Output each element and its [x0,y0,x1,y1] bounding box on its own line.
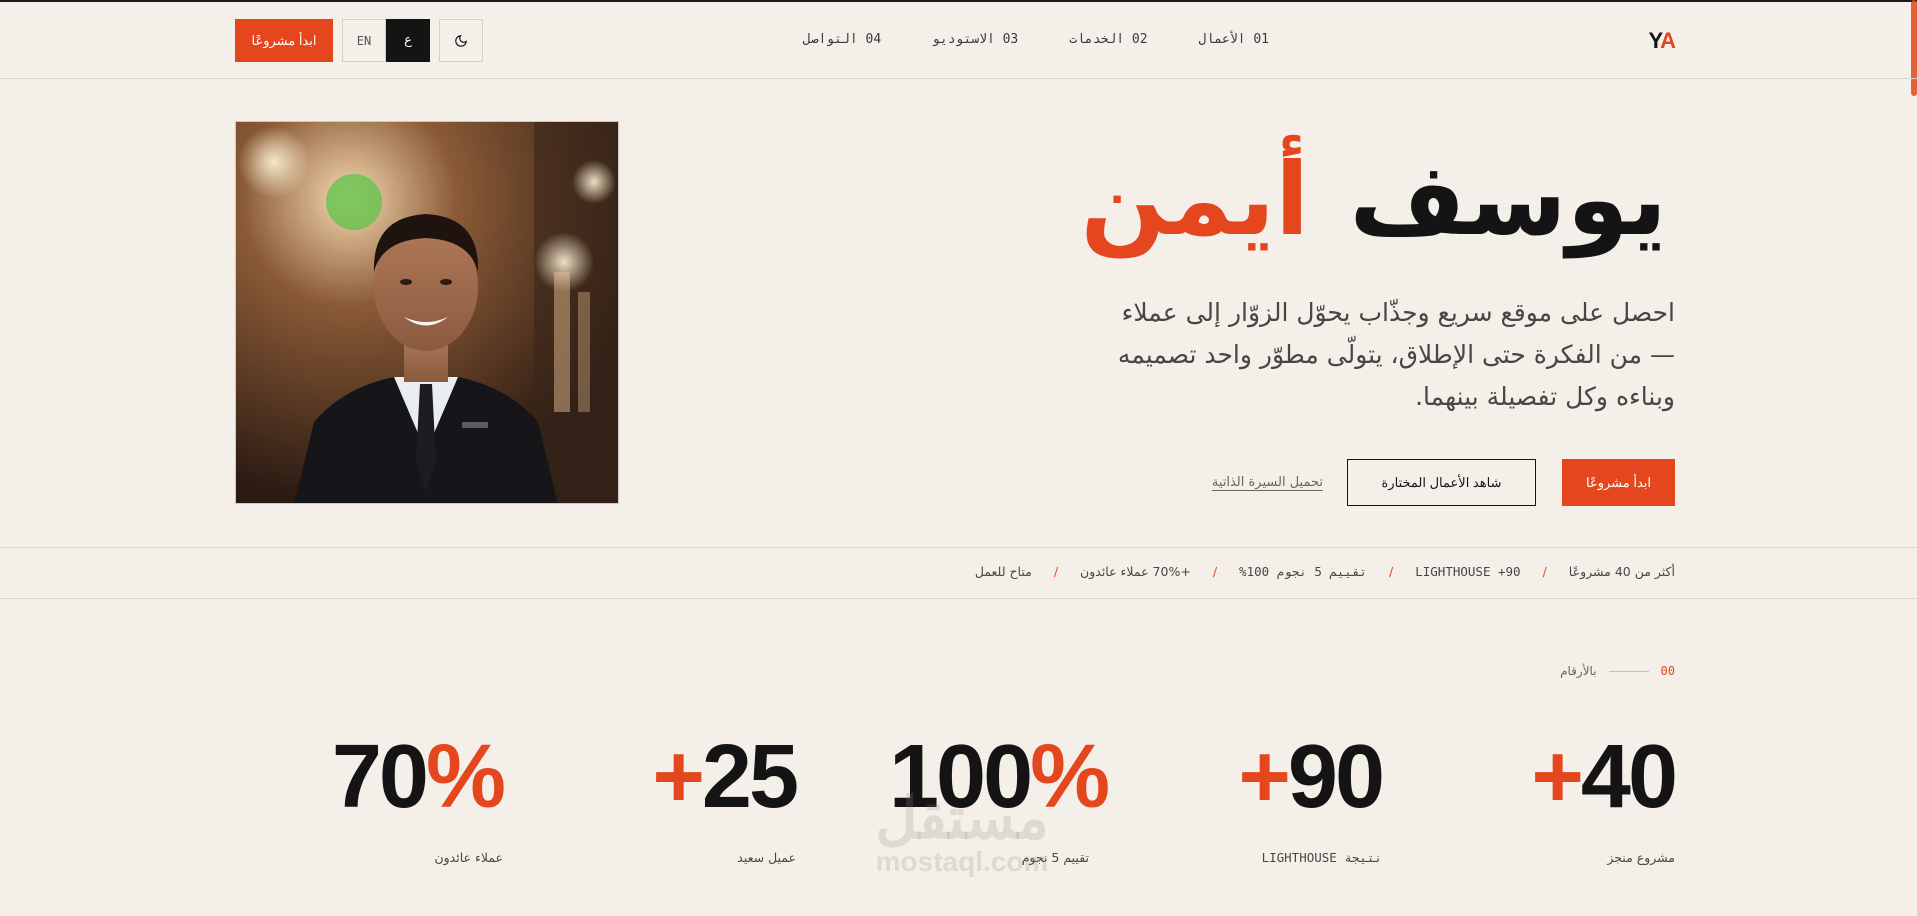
header-controls: EN ع ابدأ مشروعًا [235,19,492,62]
stat-suffix: % [425,727,506,827]
watermark: مستقل mostaql.com [842,790,1082,876]
language-switcher: EN ع [342,19,430,62]
nav-item-contact[interactable]: 04 التواصل [803,32,881,47]
start-project-button[interactable]: ابدأ مشروعًا [1562,459,1675,506]
watermark-arabic: مستقل [875,786,1049,851]
ticker-item-rating: تقييم 5 نجوم 100% [1239,564,1367,579]
section-title: بالأرقام [1560,664,1597,678]
view-work-button[interactable]: شاهد الأعمال المختارة [1347,459,1536,506]
hero-first-name: يوسف [1349,141,1669,258]
portrait-image [236,122,618,503]
stat-suffix: + [1531,727,1584,827]
lang-ar-button[interactable]: ع [386,19,430,62]
logo[interactable]: YA [1648,28,1676,54]
nav-item-work[interactable]: 01 الأعمال [1199,32,1269,47]
ticker-item-returning: +70% عملاء عائدون [1080,564,1191,579]
nav-item-services[interactable]: 02 الخدمات [1069,32,1147,47]
main-nav: 01 الأعمال 02 الخدمات 03 الاستوديو 04 ال… [803,32,1269,47]
logo-letter-y: Y [1648,28,1661,53]
stat-value: 25 [701,727,799,827]
stat-label: مشروع منجز [1607,850,1675,865]
nav-item-studio[interactable]: 03 الاستوديو [932,32,1018,47]
lang-en-button[interactable]: EN [342,19,386,62]
stat-label: عملاء عائدون [434,850,503,865]
stat-returning: 70% عملاء عائدون [303,732,506,865]
stat-suffix: + [1238,727,1291,827]
ticker-item-available: متاح للعمل [974,564,1032,579]
watermark-latin: mostaql.com [875,846,1049,877]
logo-letter-a: A [1660,28,1676,53]
hero-actions: ابدأ مشروعًا شاهد الأعمال المختارة تحميل… [1212,459,1675,506]
hero-title: يوسف أيمن [1080,141,1669,258]
header-start-project-button[interactable]: ابدأ مشروعًا [235,19,333,62]
hero-last-name: أيمن [1080,141,1311,258]
moon-icon [455,34,467,47]
stat-suffix: + [652,727,705,827]
ticker-item-lighthouse: LIGHTHOUSE +90 [1415,564,1521,579]
stat-label: عميل سعيد [737,850,796,865]
hero-description: احصل على موقع سريع وجذّاب يحوّل الزوّار … [1117,298,1675,411]
ticker-separator: / [1542,564,1547,579]
stat-projects: +40 مشروع منجز [1475,732,1678,865]
site-header: YA 01 الأعمال 02 الخدمات 03 الاستوديو 04… [0,2,1917,79]
theme-toggle-button[interactable] [439,19,483,62]
download-cv-link[interactable]: تحميل السيرة الذاتية [1212,475,1323,490]
stat-label: نتيجة LIGHTHOUSE [1261,850,1382,865]
stat-value: 40 [1580,727,1678,827]
ticker-item-projects: أكثر من 40 مشروعًا [1568,564,1675,579]
ticker-separator: / [1212,564,1218,579]
stat-value: 90 [1287,727,1385,827]
section-divider [1608,670,1649,672]
highlights-ticker: أكثر من 40 مشروعًا / LIGHTHOUSE +90 / تق… [0,547,1917,599]
section-number: 00 [1660,664,1675,678]
stats-section-label: 00 بالأرقام [1560,664,1675,678]
scrollbar[interactable] [1911,0,1917,916]
stat-lighthouse: +90 نتيجة LIGHTHOUSE [1182,732,1385,865]
profile-photo [235,121,619,504]
stat-clients: +25 عميل سعيد [596,732,799,865]
stat-value: 70 [331,727,429,827]
ticker-separator: / [1053,564,1059,579]
ticker-separator: / [1389,564,1394,579]
